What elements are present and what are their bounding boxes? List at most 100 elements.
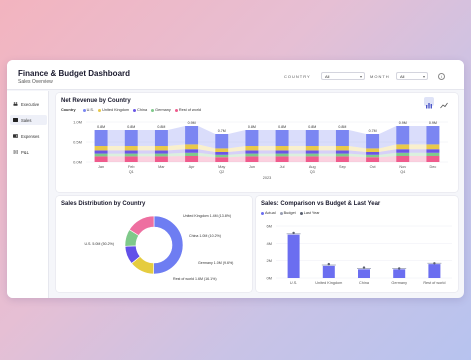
series-ribbon: [348, 130, 367, 149]
series-ribbon: [167, 156, 186, 162]
bar-segment: [305, 146, 319, 151]
sidebar-item-label: Expenses: [21, 134, 40, 139]
info-button[interactable]: i: [438, 73, 445, 80]
bar-segment: [154, 153, 168, 157]
y-tick-label: 6M: [266, 224, 272, 229]
sidebar-item-sales[interactable]: Sales: [10, 115, 47, 125]
bar-segment: [275, 146, 289, 151]
bar-segment: [366, 157, 380, 162]
series-ribbon: [318, 130, 336, 146]
bar-segment: [215, 154, 229, 158]
slice-label: United Kingdom 1.4M (13.8%): [183, 214, 231, 218]
bar-segment: [366, 134, 380, 149]
bar-segment: [245, 150, 259, 154]
x-tick-label: Jun: [249, 165, 255, 169]
bar-view-button[interactable]: [424, 97, 434, 109]
bar-segment: [185, 152, 199, 156]
sales-comparison-legend: Actual Budget Last Year: [261, 211, 320, 215]
data-label: 0.7M: [369, 129, 377, 133]
country-select[interactable]: All ▾: [321, 72, 365, 80]
x-tick-label: Germany: [391, 281, 407, 285]
bar-segment: [124, 150, 138, 154]
sidebar-item-executive[interactable]: Executive: [10, 99, 47, 109]
month-filter-label: MONTH: [370, 74, 390, 79]
quarter-label: Q4: [400, 170, 405, 174]
series-ribbon: [258, 150, 276, 154]
bar-segment: [396, 156, 410, 162]
sidebar-item-label: P&L: [21, 150, 29, 155]
x-tick-label: China: [359, 281, 370, 285]
chevron-down-icon: ▾: [359, 74, 362, 79]
series-ribbon: [258, 153, 276, 157]
series-ribbon: [167, 126, 186, 146]
bar-segment: [366, 152, 380, 155]
series-ribbon: [258, 146, 276, 151]
wallet-icon: [13, 134, 18, 138]
country-filter-label: COUNTRY: [284, 74, 311, 79]
bar-segment: [154, 130, 168, 146]
data-label: 0.8M: [157, 125, 165, 129]
net-revenue-card: Net Revenue by Country Country U.S. Unit…: [56, 93, 458, 192]
bar-segment: [305, 130, 319, 146]
legend-label: China: [137, 108, 148, 112]
country-select-value: All: [325, 74, 330, 79]
series-ribbon: [318, 156, 336, 162]
bar-segment: [215, 152, 229, 155]
slice-label: China 1.0M (10.2%): [189, 234, 221, 238]
bar-segment: [215, 148, 229, 152]
data-label: 0.8M: [248, 125, 256, 129]
bar-segment: [426, 152, 440, 156]
sales-distribution-card: Sales Distribution by Country United Kin…: [56, 196, 252, 292]
sidebar-item-expenses[interactable]: Expenses: [10, 131, 47, 141]
slice-label: U.S. 5.0M (50.2%): [84, 242, 114, 246]
line-view-button[interactable]: [439, 97, 449, 109]
legend-swatch-us: [82, 108, 86, 112]
bar-segment: [185, 126, 199, 145]
series-ribbon: [137, 146, 155, 151]
sidebar: Executive Sales Expenses P&L: [7, 91, 49, 298]
series-ribbon: [318, 146, 336, 151]
bar-segment: [154, 156, 168, 162]
series-ribbon: [288, 153, 306, 157]
actual-bar: [322, 265, 335, 278]
actual-bar: [358, 269, 370, 278]
y-tick-label: 0.5M: [73, 140, 82, 145]
y-tick-label: 4M: [266, 241, 272, 246]
sidebar-item-label: Sales: [21, 118, 32, 123]
slice-label: Germany 1.0M (9.6%): [198, 261, 233, 265]
series-ribbon: [228, 130, 246, 149]
data-label: 0.8M: [97, 125, 105, 129]
legend-swatch-actual: [261, 211, 264, 215]
document-icon: [13, 150, 18, 154]
series-ribbon: [107, 156, 125, 162]
series-ribbon: [107, 130, 125, 146]
series-ribbon: [107, 150, 125, 154]
series-ribbon: [288, 146, 306, 151]
series-ribbon: [318, 150, 336, 154]
data-label: 0.9M: [399, 121, 407, 125]
legend-label: Rest of world: [178, 108, 202, 112]
last-year-marker: [292, 231, 295, 235]
sidebar-item-pnl[interactable]: P&L: [10, 147, 47, 157]
bar-segment: [335, 156, 349, 162]
x-tick-label: Jan: [98, 165, 104, 169]
y-tick-label: 1.0M: [73, 120, 82, 125]
x-tick-label: Sep: [339, 165, 346, 169]
bar-segment: [124, 153, 138, 157]
series-ribbon: [409, 152, 427, 156]
month-select[interactable]: All ▾: [396, 72, 428, 80]
legend-swatch-last-year: [299, 211, 303, 215]
x-tick-label: U.S.: [290, 281, 297, 285]
legend-swatch-china: [133, 108, 137, 112]
legend-label: U.S.: [86, 108, 95, 112]
data-label: 0.9M: [429, 121, 437, 125]
bar-segment: [426, 156, 440, 162]
bar-segment: [396, 152, 410, 156]
bar-segment: [335, 153, 349, 157]
x-tick-label: Oct: [370, 165, 377, 169]
x-tick-label: Mar: [158, 165, 165, 169]
bar-segment: [275, 150, 289, 154]
series-ribbon: [107, 153, 125, 157]
bar-segment: [94, 153, 108, 157]
bar-segment: [275, 153, 289, 157]
